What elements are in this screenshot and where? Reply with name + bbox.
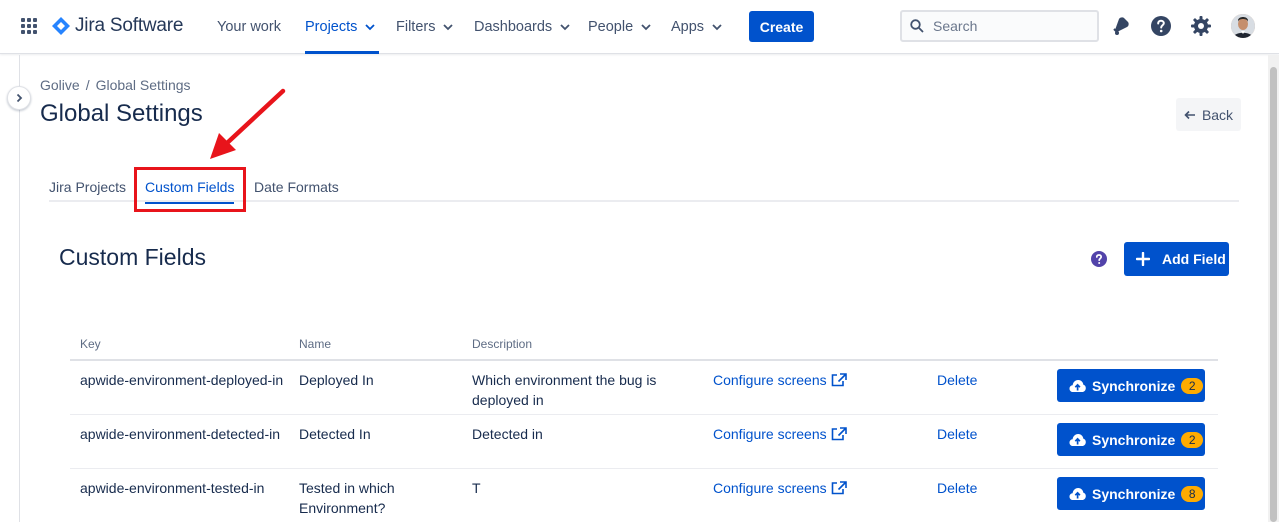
breadcrumb-current[interactable]: Global Settings	[96, 77, 191, 93]
help-icon[interactable]	[1149, 14, 1173, 38]
nav-your-work-label: Your work	[217, 19, 281, 35]
configure-screens-link[interactable]: Configure screens	[713, 370, 847, 390]
table-header: Key Name Description	[70, 330, 1218, 361]
annotation-arrow-icon	[210, 88, 286, 159]
field-description: Which environment the bug is deployed in	[472, 372, 657, 408]
cloud-upload-icon	[1069, 379, 1086, 392]
synchronize-button[interactable]: Synchronize 8	[1057, 477, 1205, 510]
synchronize-label: Synchronize	[1092, 485, 1176, 502]
configure-screens-label: Configure screens	[713, 372, 827, 388]
breadcrumb: Golive / Global Settings	[40, 77, 191, 93]
configure-screens-label: Configure screens	[713, 426, 827, 442]
plus-icon	[1136, 252, 1150, 266]
field-description: T	[472, 480, 481, 496]
cloud-upload-icon	[1069, 487, 1086, 500]
nav-filters[interactable]: Filters	[396, 0, 454, 54]
field-name: Tested in which Environment?	[299, 480, 395, 516]
field-name: Deployed In	[299, 372, 374, 388]
tab-date-formats[interactable]: Date Formats	[254, 179, 339, 195]
synchronize-label: Synchronize	[1092, 431, 1176, 448]
configure-screens-link[interactable]: Configure screens	[713, 424, 847, 444]
page-title: Global Settings	[40, 100, 203, 127]
synchronize-button[interactable]: Synchronize 2	[1057, 369, 1205, 402]
nav-apps[interactable]: Apps	[671, 0, 722, 54]
product-name: Jira Software	[75, 15, 184, 36]
arrow-left-icon	[1184, 110, 1195, 119]
delete-link[interactable]: Delete	[937, 424, 977, 444]
column-header-key: Key	[80, 337, 101, 351]
add-field-label: Add Field	[1162, 251, 1226, 267]
table-row: apwide-environment-detected-in Detected …	[70, 415, 1218, 469]
chevron-down-icon	[641, 24, 651, 31]
scrollbar-thumb[interactable]	[1270, 67, 1277, 522]
synchronize-button[interactable]: Synchronize 2	[1057, 423, 1205, 456]
notifications-icon[interactable]	[1109, 14, 1133, 38]
nav-filters-label: Filters	[396, 19, 436, 35]
search-icon	[910, 19, 924, 33]
table-row: apwide-environment-deployed-in Deployed …	[70, 361, 1218, 415]
field-key: apwide-environment-detected-in	[80, 426, 280, 442]
nav-apps-label: Apps	[671, 19, 705, 35]
delete-link[interactable]: Delete	[937, 478, 977, 498]
nav-people-label: People	[588, 19, 634, 35]
synchronize-label: Synchronize	[1092, 377, 1176, 394]
breadcrumb-separator: /	[85, 77, 90, 93]
nav-your-work[interactable]: Your work	[217, 0, 281, 54]
avatar[interactable]	[1231, 14, 1255, 38]
annotation-highlight-box	[134, 167, 246, 212]
section-title: Custom Fields	[59, 244, 206, 270]
app-switcher-icon[interactable]	[20, 17, 38, 35]
tab-jira-projects[interactable]: Jira Projects	[49, 179, 126, 195]
field-name: Detected In	[299, 426, 371, 442]
column-header-name: Name	[299, 337, 332, 351]
column-header-description: Description	[472, 337, 533, 351]
sync-count-badge: 2	[1181, 431, 1204, 448]
back-label: Back	[1201, 106, 1234, 123]
chevron-right-icon	[16, 93, 23, 103]
external-link-icon	[831, 481, 847, 495]
nav-people[interactable]: People	[588, 0, 651, 54]
table-row: apwide-environment-tested-in Tested in w…	[70, 469, 1218, 523]
question-help-icon[interactable]	[1090, 250, 1108, 268]
chevron-down-icon	[365, 24, 376, 31]
vertical-scrollbar[interactable]	[1268, 55, 1279, 522]
chevron-down-icon	[560, 24, 570, 31]
search-input[interactable]	[933, 18, 1083, 34]
sync-count-badge: 8	[1181, 485, 1204, 502]
chevron-down-icon	[443, 24, 454, 31]
jira-logo[interactable]: Jira Software	[52, 14, 183, 38]
user-avatar-image	[1231, 14, 1255, 38]
field-key: apwide-environment-deployed-in	[80, 372, 284, 388]
sidebar-rail	[0, 55, 20, 522]
search-box[interactable]	[900, 10, 1099, 42]
nav-dashboards-label: Dashboards	[474, 19, 553, 35]
custom-fields-table: Key Name Description apwide-environment-…	[70, 330, 1218, 523]
configure-screens-link[interactable]: Configure screens	[713, 478, 847, 498]
settings-gear-icon[interactable]	[1189, 14, 1213, 38]
configure-screens-label: Configure screens	[713, 480, 827, 496]
nav-projects[interactable]: Projects	[305, 0, 380, 54]
expand-sidebar-button[interactable]	[7, 86, 31, 110]
back-button[interactable]: Back	[1176, 98, 1241, 131]
create-button[interactable]: Create	[749, 11, 814, 42]
add-field-button[interactable]: Add Field	[1124, 242, 1229, 276]
jira-diamond-icon	[52, 17, 70, 35]
sync-count-badge: 2	[1181, 377, 1204, 394]
nav-projects-label: Projects	[305, 19, 358, 35]
chevron-down-icon	[712, 24, 722, 31]
field-key: apwide-environment-tested-in	[80, 480, 265, 496]
cloud-upload-icon	[1069, 433, 1086, 446]
external-link-icon	[831, 373, 847, 387]
field-description: Detected in	[472, 426, 543, 442]
nav-dashboards[interactable]: Dashboards	[474, 0, 570, 54]
external-link-icon	[831, 427, 847, 441]
breadcrumb-root[interactable]: Golive	[40, 77, 80, 93]
delete-link[interactable]: Delete	[937, 370, 977, 390]
top-navigation: Jira Software Your work Projects Filters…	[0, 0, 1279, 54]
